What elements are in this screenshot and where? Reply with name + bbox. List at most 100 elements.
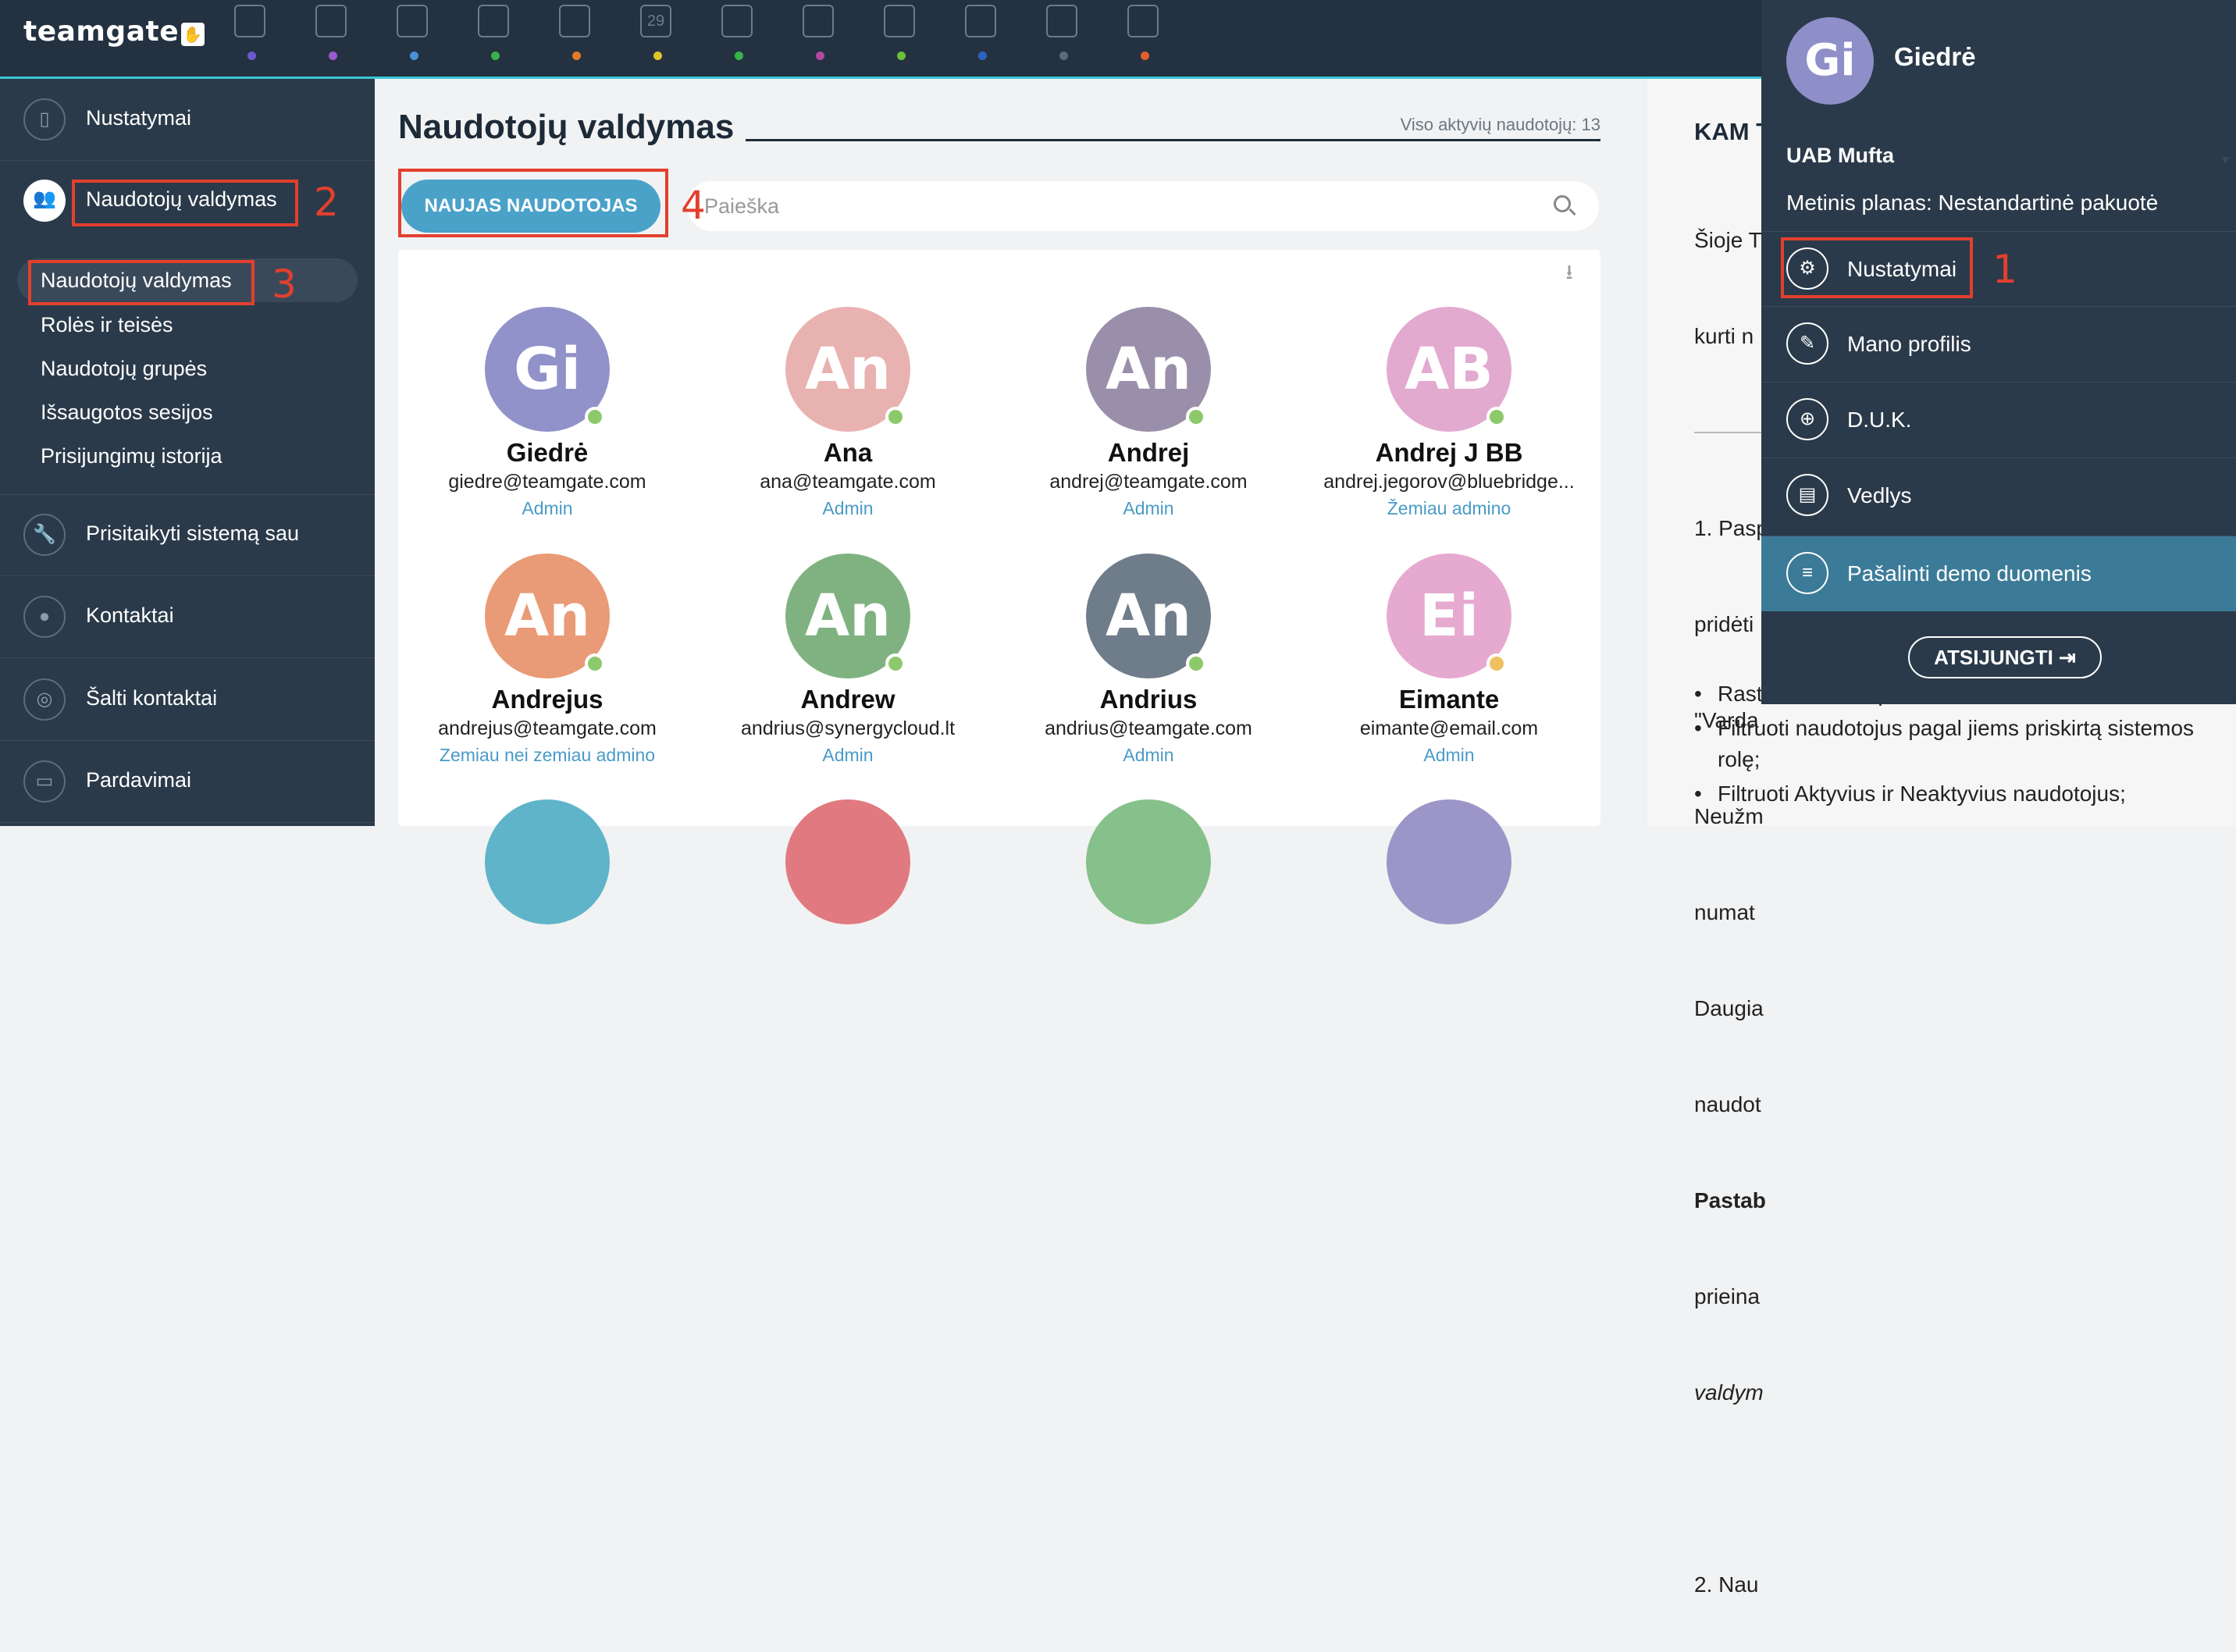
user-card[interactable]: Gi Giedrė giedre@teamgate.com Admin	[397, 307, 698, 519]
module-color-dot	[572, 52, 581, 60]
dropdown-user-name: Giedrė	[1894, 42, 1976, 71]
user-email: andrius@teamgate.com	[1045, 717, 1252, 739]
topnav-dashboard-button[interactable]	[231, 3, 272, 60]
user-card[interactable]: An Ana ana@teamgate.com Admin	[697, 307, 999, 519]
module-color-dot	[653, 52, 662, 60]
annotation-number-2: 2	[314, 180, 339, 225]
user-name[interactable]: Andrejus	[397, 685, 698, 714]
sidebar-item-customize[interactable]: 🔧 Prisitaikyti sistemą sau	[0, 494, 375, 576]
pie-chart-icon	[965, 5, 996, 37]
user-name[interactable]: Andrej	[998, 438, 1299, 468]
dropdown-item-remove-demo[interactable]: ≡ Pašalinti demo duomenis	[1761, 536, 2236, 611]
user-name[interactable]: Andrej J BB	[1298, 438, 1600, 468]
status-dot	[885, 407, 906, 427]
avatar[interactable]: An	[1086, 554, 1211, 678]
user-name[interactable]: Andrew	[697, 685, 999, 714]
topnav-attachment-button[interactable]	[881, 3, 921, 60]
topnav-document-button[interactable]	[1124, 3, 1165, 60]
person-icon: ●	[23, 596, 66, 638]
module-color-dot	[897, 52, 906, 60]
sidebar-item-sales[interactable]: ▭ Pardavimai	[0, 741, 375, 823]
module-color-dot	[816, 52, 824, 60]
topnav-pie-chart-button[interactable]	[962, 3, 1002, 60]
user-role: Admin	[822, 745, 874, 765]
sidebar-item-label: Šalti kontaktai	[86, 686, 218, 710]
avatar[interactable]: An	[485, 554, 610, 678]
sidebar-item-cold-contacts[interactable]: ◎ Šalti kontaktai	[0, 659, 375, 741]
sidebar-subitem-groups[interactable]: Naudotojų grupės	[41, 357, 207, 381]
dashboard-icon	[234, 5, 265, 37]
dropdown-item-profile[interactable]: ✎ Mano profilis	[1761, 306, 2236, 382]
module-color-dot	[410, 52, 418, 60]
building-icon: ▯	[23, 98, 66, 141]
user-email: ana@teamgate.com	[760, 471, 936, 493]
user-role: Admin	[1123, 498, 1174, 518]
inbox-icon	[803, 5, 834, 37]
user-card[interactable]: An Andrius andrius@teamgate.com Admin	[998, 554, 1299, 766]
topnav-chat-button[interactable]	[718, 3, 759, 60]
user-email: andrej.jegorov@bluebridge...	[1323, 471, 1575, 493]
search-icon[interactable]	[1554, 195, 1571, 212]
help-text: Šioje T kurti n 1. Pasp pridėti "Varda N…	[1694, 228, 1768, 1597]
status-dot	[1186, 407, 1206, 427]
annotation-box-2	[72, 180, 298, 226]
user-email: andrej@teamgate.com	[1049, 471, 1248, 493]
calendar-icon: 29	[640, 5, 671, 37]
avatar[interactable]: Gi	[485, 307, 610, 432]
sidebar-subitem-sessions[interactable]: Išsaugotos sesijos	[41, 401, 213, 425]
teamgate-logo[interactable]: teamgate ✋	[23, 16, 205, 48]
topnav-briefcase-button[interactable]	[556, 3, 596, 60]
dropdown-item-faq[interactable]: ⊕ D.U.K.	[1761, 382, 2236, 458]
module-color-dot	[1141, 52, 1149, 60]
status-dot	[1487, 653, 1507, 674]
avatar[interactable]	[485, 799, 610, 924]
sidebar-item-label: Kontaktai	[86, 603, 174, 627]
avatar[interactable]: An	[785, 554, 910, 678]
dropdown-item-label: D.U.K.	[1847, 408, 1912, 432]
user-role: Zemiau nei zemiau admino	[439, 745, 656, 765]
status-dot	[1186, 653, 1206, 674]
sidebar-subitem-roles[interactable]: Rolės ir teisės	[41, 313, 173, 337]
dropdown-item-wizard[interactable]: ▤ Vedlys	[1761, 458, 2236, 533]
dropdown-item-label: Mano profilis	[1847, 332, 1971, 356]
target-icon: ◎	[23, 678, 66, 721]
topnav-target-button[interactable]	[312, 3, 353, 60]
topnav-notes-button[interactable]	[1043, 3, 1084, 60]
user-card[interactable]: An Andrej andrej@teamgate.com Admin	[998, 307, 1299, 519]
avatar[interactable]: An	[1086, 307, 1211, 432]
user-card[interactable]: An Andrejus andrejus@teamgate.com Zemiau ne…	[397, 554, 698, 766]
avatar[interactable]: Ei	[1387, 554, 1511, 678]
sidebar-item-contacts[interactable]: ● Kontaktai	[0, 576, 375, 658]
document-icon	[1127, 5, 1159, 37]
avatar[interactable]: An	[785, 307, 910, 432]
total-active-users: Viso aktyvių naudotojų: 13	[1400, 115, 1600, 134]
dropdown-company[interactable]: UAB Mufta	[1786, 144, 1894, 168]
download-icon[interactable]: ⭳	[1558, 261, 1580, 283]
sidebar-item-settings[interactable]: ▯ Nustatymai	[0, 79, 375, 161]
user-card[interactable]: Ei Eimante eimante@email.com Admin	[1298, 554, 1600, 766]
user-name[interactable]: Andrius	[998, 685, 1299, 714]
search-input[interactable]	[687, 181, 1599, 231]
title-underline	[746, 139, 1600, 141]
avatar[interactable]	[1387, 799, 1511, 924]
topnav-inbox-button[interactable]	[799, 3, 840, 60]
help-title: KAM T	[1694, 118, 1771, 145]
user-card[interactable]: AB Andrej J BB andrej.jegorov@bluebridge..…	[1298, 307, 1600, 519]
topnav-contact-button[interactable]	[475, 3, 515, 60]
user-name[interactable]: Giedrė	[397, 438, 698, 468]
module-color-dot	[735, 52, 743, 60]
user-name[interactable]: Eimante	[1298, 685, 1600, 714]
user-role: Admin	[522, 498, 573, 518]
avatar[interactable]	[1086, 799, 1211, 924]
user-card[interactable]: An Andrew andrius@synergycloud.lt Admin	[697, 554, 999, 766]
topnav-calendar-button[interactable]: 29	[637, 3, 678, 60]
avatar[interactable]: AB	[1387, 307, 1511, 432]
topnav-buildings-button[interactable]	[393, 3, 434, 60]
sidebar-subitem-login-history[interactable]: Prisijungimų istorija	[41, 444, 223, 468]
user-name[interactable]: Ana	[697, 438, 999, 468]
chevron-down-icon[interactable]: ▾	[2222, 151, 2229, 168]
avatar[interactable]	[785, 799, 910, 924]
sidebar-item-label: Prisitaikyti sistemą sau	[86, 522, 300, 545]
target-icon	[315, 5, 347, 37]
logout-button[interactable]: ATSIJUNGTI ⇥	[1908, 636, 2102, 678]
